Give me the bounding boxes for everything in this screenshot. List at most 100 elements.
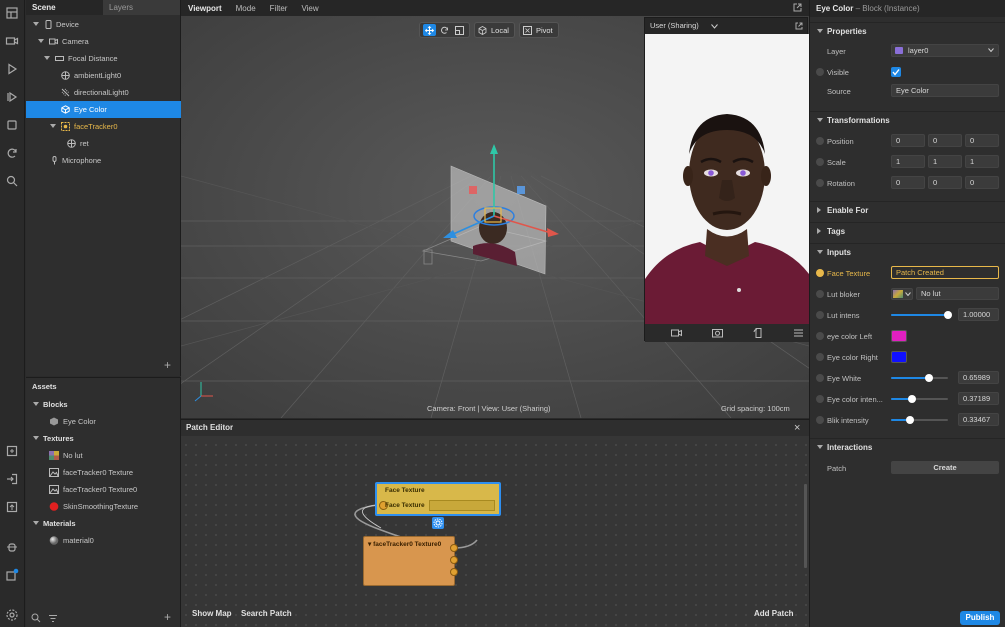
scene-item-microphone[interactable]: Microphone <box>26 152 181 169</box>
assets-group-materials[interactable]: Materials <box>26 515 181 532</box>
pivot-toggle[interactable]: Pivot <box>518 22 559 38</box>
chevron-down-icon[interactable] <box>711 24 718 29</box>
chevron-down-icon[interactable] <box>817 250 823 254</box>
rotation-x-field[interactable]: 0 <box>891 176 925 189</box>
scrollbar[interactable] <box>804 484 807 568</box>
login-icon[interactable] <box>5 472 19 486</box>
layer-select[interactable]: layer0 <box>891 44 999 57</box>
search-patch-button[interactable]: Search Patch <box>241 609 292 618</box>
asset-no-lut[interactable]: No lut <box>26 447 181 464</box>
link-icon[interactable] <box>816 332 824 340</box>
settings-icon[interactable] <box>5 608 19 622</box>
bug-icon[interactable] <box>5 540 19 554</box>
asset-face-tracker-texture0[interactable]: faceTracker0 Texture0 <box>26 481 181 498</box>
position-z-field[interactable]: 0 <box>965 134 999 147</box>
play-icon[interactable] <box>5 62 19 76</box>
eye-color-intensity-slider[interactable] <box>891 395 948 403</box>
notifications-icon[interactable] <box>5 568 19 582</box>
scene-item-ambient-light[interactable]: ambientLight0 <box>26 67 181 84</box>
add-asset-button[interactable]: + <box>164 610 171 624</box>
search-icon[interactable] <box>5 174 19 188</box>
menu-mode[interactable]: Mode <box>229 4 263 13</box>
section-inputs[interactable]: Inputs <box>810 243 1005 260</box>
eye-color-intensity-field[interactable]: 0.37189 <box>958 392 999 405</box>
slider-handle[interactable] <box>905 416 914 424</box>
lut-intens-slider[interactable] <box>891 311 952 319</box>
scale-x-field[interactable]: 1 <box>891 155 925 168</box>
patch-editor[interactable]: Patch Editor × Face Texture Face Texture… <box>181 419 809 627</box>
chevron-right-icon[interactable] <box>817 228 821 234</box>
eye-white-field[interactable]: 0.65989 <box>958 371 999 384</box>
position-x-field[interactable]: 0 <box>891 134 925 147</box>
link-icon[interactable] <box>816 158 824 166</box>
popout-icon[interactable] <box>795 22 803 30</box>
chevron-down-icon[interactable] <box>33 436 39 440</box>
menu-icon[interactable] <box>794 329 803 337</box>
chevron-down-icon[interactable] <box>50 124 56 128</box>
scale-tool-button[interactable] <box>453 24 466 36</box>
link-icon[interactable] <box>816 311 824 319</box>
chevron-down-icon[interactable] <box>817 445 823 449</box>
layout-icon[interactable] <box>5 6 19 20</box>
filter-icon[interactable] <box>48 614 58 623</box>
asset-eye-color[interactable]: Eye Color <box>26 413 181 430</box>
patch-node-face-texture[interactable]: Face Texture Face Texture <box>375 482 501 516</box>
scene-item-face-tracker[interactable]: faceTracker0 <box>26 118 181 135</box>
link-icon[interactable] <box>816 353 824 361</box>
stop-icon[interactable] <box>5 118 19 132</box>
chevron-down-icon[interactable] <box>38 39 44 43</box>
local-toggle[interactable]: Local <box>474 22 515 38</box>
scene-item-directional-light[interactable]: directionalLight0 <box>26 84 181 101</box>
output-port[interactable] <box>450 544 458 552</box>
menu-viewport[interactable]: Viewport <box>181 4 229 13</box>
camera-icon[interactable] <box>5 34 19 48</box>
move-tool-button[interactable] <box>423 24 436 36</box>
scale-y-field[interactable]: 1 <box>928 155 962 168</box>
link-icon[interactable] <box>816 68 824 76</box>
chevron-down-icon[interactable] <box>33 402 39 406</box>
add-file-icon[interactable] <box>5 444 19 458</box>
visible-checkbox[interactable] <box>891 67 901 77</box>
rotate-device-icon[interactable] <box>753 328 764 338</box>
chevron-down-icon[interactable] <box>817 29 823 33</box>
asset-face-tracker-texture[interactable]: faceTracker0 Texture <box>26 464 181 481</box>
chevron-right-icon[interactable] <box>817 207 821 213</box>
link-icon[interactable] <box>816 374 824 382</box>
asset-material0[interactable]: material0 <box>26 532 181 549</box>
chevron-down-icon[interactable] <box>33 521 39 525</box>
output-port[interactable] <box>450 568 458 576</box>
scene-item-ret[interactable]: ret <box>26 135 181 152</box>
scene-item-camera[interactable]: Camera <box>26 33 181 50</box>
section-tags[interactable]: Tags <box>810 222 1005 239</box>
link-icon[interactable] <box>816 416 824 424</box>
link-icon[interactable] <box>816 395 824 403</box>
eye-color-right-swatch[interactable] <box>891 351 907 363</box>
video-play-icon[interactable] <box>5 90 19 104</box>
show-map-button[interactable]: Show Map <box>192 609 232 618</box>
face-texture-field[interactable]: Patch Created <box>891 266 999 279</box>
search-icon[interactable] <box>31 613 41 623</box>
eye-color-left-swatch[interactable] <box>891 330 907 342</box>
section-enable-for[interactable]: Enable For <box>810 201 1005 218</box>
node-value-field[interactable] <box>429 500 495 511</box>
menu-view[interactable]: View <box>294 4 325 13</box>
rotation-y-field[interactable]: 0 <box>928 176 962 189</box>
expand-icon[interactable] <box>793 3 802 12</box>
video-camera-icon[interactable] <box>671 328 682 338</box>
menu-filter[interactable]: Filter <box>263 4 295 13</box>
export-icon[interactable] <box>5 500 19 514</box>
slider-handle[interactable] <box>944 311 952 319</box>
slider-handle[interactable] <box>924 374 933 382</box>
screenshot-icon[interactable] <box>712 328 723 338</box>
rotate-tool-button[interactable] <box>438 24 451 36</box>
asset-skin-smoothing[interactable]: SkinSmoothingTexture <box>26 498 181 515</box>
publish-button[interactable]: Publish <box>960 611 1000 625</box>
link-icon[interactable] <box>816 269 824 277</box>
rotation-z-field[interactable]: 0 <box>965 176 999 189</box>
output-port[interactable] <box>450 556 458 564</box>
section-transformations[interactable]: Transformations <box>810 111 1005 128</box>
eye-white-slider[interactable] <box>891 374 948 382</box>
scene-item-focal-distance[interactable]: Focal Distance <box>26 50 181 67</box>
chevron-down-icon[interactable] <box>817 118 823 122</box>
link-icon[interactable] <box>816 179 824 187</box>
